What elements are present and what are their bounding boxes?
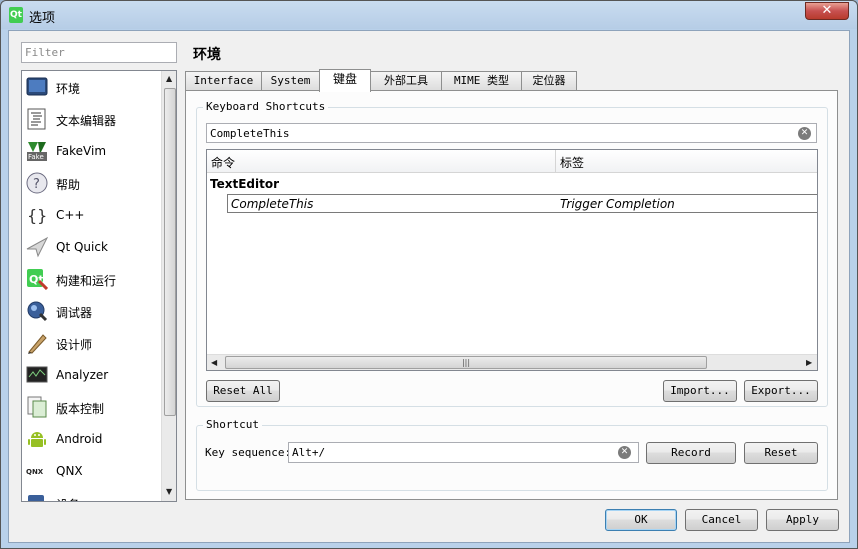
analyzer-icon <box>26 366 48 383</box>
column-header-label: 命令 <box>211 156 236 170</box>
filter-input[interactable]: Filter <box>21 42 177 63</box>
keyboard-tab-panel: Keyboard Shortcuts CompleteThis ✕ 命令 ˄ 标… <box>185 90 838 500</box>
close-button[interactable]: ✕ <box>805 2 849 20</box>
clear-key-sequence-icon[interactable]: ✕ <box>618 446 631 459</box>
category-list-scrollbar[interactable]: ▲ ▼ <box>161 71 176 501</box>
tab-interface[interactable]: Interface <box>185 71 262 91</box>
tab-locator[interactable]: 定位器 <box>521 71 577 91</box>
options-window: Qt 选项 ✕ Filter 环境 文本编辑器 Fake FakeVim ? 帮… <box>0 0 858 549</box>
sidebar-item-debugger[interactable]: 调试器 <box>22 296 160 328</box>
clear-search-icon[interactable]: ✕ <box>798 127 811 140</box>
qnx-icon: QNX <box>26 468 44 476</box>
sidebar-item-qnx[interactable]: QNX QNX <box>22 456 160 488</box>
scrollbar-thumb[interactable]: ||| <box>225 356 707 369</box>
scroll-right-icon[interactable]: ▶ <box>806 358 812 367</box>
sidebar-item-text-editor[interactable]: 文本编辑器 <box>22 104 160 136</box>
sidebar-item-fakevim[interactable]: Fake FakeVim <box>22 136 160 168</box>
designer-icon <box>28 334 47 354</box>
key-sequence-label: Key sequence: <box>205 446 292 459</box>
dialog-client: Filter 环境 文本编辑器 Fake FakeVim ? 帮助 {} C++ <box>8 30 850 543</box>
text-editor-icon <box>27 108 46 130</box>
shortcut-group: Shortcut Key sequence: Alt+/ ✕ Record Re… <box>196 418 828 491</box>
sort-ascending-icon: ˄ <box>377 149 381 156</box>
sidebar-item-label: 调试器 <box>56 306 93 320</box>
svg-text:Fake: Fake <box>28 153 44 161</box>
devices-icon <box>28 495 44 501</box>
sidebar-item-label: 帮助 <box>56 178 81 192</box>
build-run-icon: Qt <box>27 269 48 290</box>
sidebar-item-devices[interactable]: 设备 <box>22 488 160 501</box>
row-command: CompleteThis <box>231 197 314 211</box>
sidebar-item-label: Android <box>56 432 103 446</box>
sidebar-item-label: 环境 <box>56 82 81 96</box>
fakevim-icon: Fake <box>27 142 47 161</box>
sidebar-item-help[interactable]: ? 帮助 <box>22 168 160 200</box>
sidebar-item-analyzer[interactable]: Analyzer <box>22 360 160 392</box>
column-header-label: 标签 <box>560 156 585 170</box>
ok-button[interactable]: OK <box>605 509 677 531</box>
title-bar[interactable]: Qt 选项 ✕ <box>1 1 857 29</box>
sidebar-item-label: C++ <box>56 208 85 222</box>
sidebar-item-label: 版本控制 <box>56 402 105 416</box>
record-button[interactable]: Record <box>646 442 736 464</box>
shortcut-tree: 命令 ˄ 标签 TextEditor CompleteThis Trigger … <box>206 149 818 371</box>
tree-hscrollbar[interactable]: ◀ ||| ▶ <box>207 354 817 370</box>
sidebar-item-designer[interactable]: 设计师 <box>22 328 160 360</box>
window-title: 选项 <box>29 11 56 26</box>
scroll-left-icon[interactable]: ◀ <box>211 358 217 367</box>
qt-app-icon: Qt <box>9 7 23 23</box>
version-control-icon <box>27 396 47 418</box>
page-title: 环境 <box>193 47 221 63</box>
category-row-texteditor[interactable]: TextEditor <box>210 177 279 191</box>
import-button[interactable]: Import... <box>663 380 737 402</box>
svg-text:QNX: QNX <box>26 468 44 476</box>
shortcut-search-input[interactable]: CompleteThis <box>206 123 817 143</box>
reset-button[interactable]: Reset <box>744 442 818 464</box>
scroll-down-icon[interactable]: ▼ <box>166 487 172 496</box>
keyboard-shortcuts-group: Keyboard Shortcuts CompleteThis ✕ 命令 ˄ 标… <box>196 100 828 407</box>
android-icon <box>28 432 46 447</box>
qt-quick-icon <box>26 236 48 258</box>
table-row[interactable]: CompleteThis Trigger Completion <box>227 194 817 213</box>
tab-mime-types[interactable]: MIME 类型 <box>441 71 522 91</box>
sidebar-item-cpp[interactable]: {} C++ <box>22 200 160 232</box>
tab-system[interactable]: System <box>261 71 320 91</box>
column-header-command[interactable]: 命令 ˄ <box>207 150 556 173</box>
tab-keyboard[interactable]: 键盘 <box>319 69 371 92</box>
scrollbar-thumb[interactable] <box>164 88 176 416</box>
sidebar-item-label: Analyzer <box>56 368 109 382</box>
environment-icon <box>26 77 48 96</box>
svg-text:?: ? <box>33 177 40 192</box>
svg-text:{}: {} <box>27 206 47 225</box>
key-sequence-input[interactable]: Alt+/ <box>288 442 639 463</box>
tab-external-tools[interactable]: 外部工具 <box>370 71 442 91</box>
sidebar-item-build-run[interactable]: Qt 构建和运行 <box>22 264 160 296</box>
sidebar-item-label: FakeVim <box>56 144 107 158</box>
group-title: Keyboard Shortcuts <box>203 100 329 113</box>
sidebar-item-label: 设计师 <box>56 338 93 352</box>
sidebar-item-label: 文本编辑器 <box>56 114 117 128</box>
sidebar-item-label: Qt Quick <box>56 240 108 254</box>
sidebar-item-version-control[interactable]: 版本控制 <box>22 392 160 424</box>
sidebar-item-android[interactable]: Android <box>22 424 160 456</box>
category-list: 环境 文本编辑器 Fake FakeVim ? 帮助 {} C++ Qt Qui… <box>21 70 177 502</box>
group-title: Shortcut <box>203 418 262 431</box>
cpp-icon: {} <box>27 206 47 225</box>
sidebar-item-qt-quick[interactable]: Qt Quick <box>22 232 160 264</box>
sidebar-item-label: 构建和运行 <box>56 274 117 288</box>
apply-button[interactable]: Apply <box>766 509 839 531</box>
row-label: Trigger Completion <box>560 197 675 211</box>
scroll-up-icon[interactable]: ▲ <box>166 74 172 83</box>
reset-all-button[interactable]: Reset All <box>206 380 280 402</box>
help-icon: ? <box>26 172 48 194</box>
sidebar-item-label: 设备 <box>56 496 80 501</box>
cancel-button[interactable]: Cancel <box>685 509 758 531</box>
column-header-label[interactable]: 标签 <box>556 150 817 173</box>
sidebar-item-environment[interactable]: 环境 <box>22 72 160 104</box>
sidebar-item-label: QNX <box>56 464 83 478</box>
debugger-icon <box>27 301 48 322</box>
export-button[interactable]: Export... <box>744 380 818 402</box>
